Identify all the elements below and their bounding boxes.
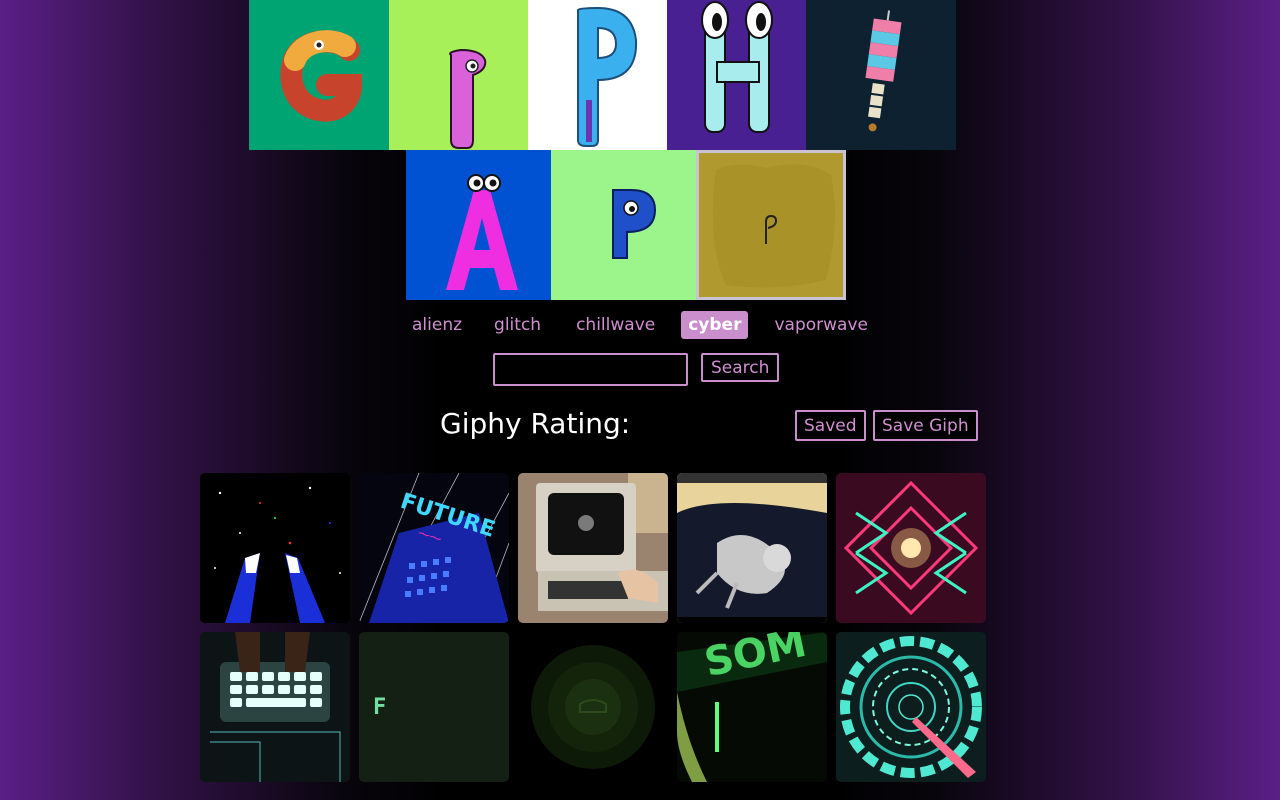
logo-row-top (249, 0, 956, 150)
giphy-rating-label: Giphy Rating: (440, 407, 631, 440)
logo-letter-p (528, 0, 667, 150)
gif-thumbnail-dark-letter-f[interactable]: F (359, 632, 509, 782)
gif-thumbnail-retro-computer[interactable] (518, 473, 668, 623)
letter-f: F (373, 695, 386, 720)
logo-letter-p-second (551, 150, 696, 300)
logo-letter-exclamation (806, 0, 956, 150)
logo-letter-g (249, 0, 389, 150)
logo-letter-p-third (696, 150, 846, 300)
gif-thumbnail-green-glow-text[interactable]: SOM (677, 632, 827, 782)
saved-button[interactable]: Saved (795, 410, 866, 441)
topic-bar: alienz glitch chillwave cyber vaporwave (0, 311, 1280, 339)
gif-thumbnail-robot[interactable] (677, 473, 827, 623)
gif-thumbnail-future[interactable]: FUTURE ⁓⁓ (359, 473, 509, 623)
gif-thumbnail-teal-vortex[interactable] (836, 632, 986, 782)
gif-thumbnail-neon-tunnel[interactable] (836, 473, 986, 623)
topic-vaporwave[interactable]: vaporwave (766, 311, 876, 339)
topic-glitch[interactable]: glitch (486, 311, 549, 339)
gif-thumbnail-glowing-keyboard[interactable] (200, 632, 350, 782)
logo-letter-a (406, 150, 551, 300)
save-giph-button[interactable]: Save Giph (873, 410, 978, 441)
logo-letter-i (389, 0, 528, 150)
search-button[interactable]: Search (701, 353, 780, 382)
logo-letter-h (667, 0, 806, 150)
topic-chillwave[interactable]: chillwave (568, 311, 663, 339)
gif-thumbnail-space-legs[interactable] (200, 473, 350, 623)
logo-row-bottom (406, 150, 846, 300)
gif-thumbnail-dark-circle[interactable] (518, 632, 668, 782)
gif-grid: FUTURE ⁓⁓ F SOM (200, 473, 995, 782)
topic-alienz[interactable]: alienz (404, 311, 470, 339)
search-input[interactable] (493, 353, 688, 386)
topic-cyber[interactable]: cyber (681, 311, 749, 339)
